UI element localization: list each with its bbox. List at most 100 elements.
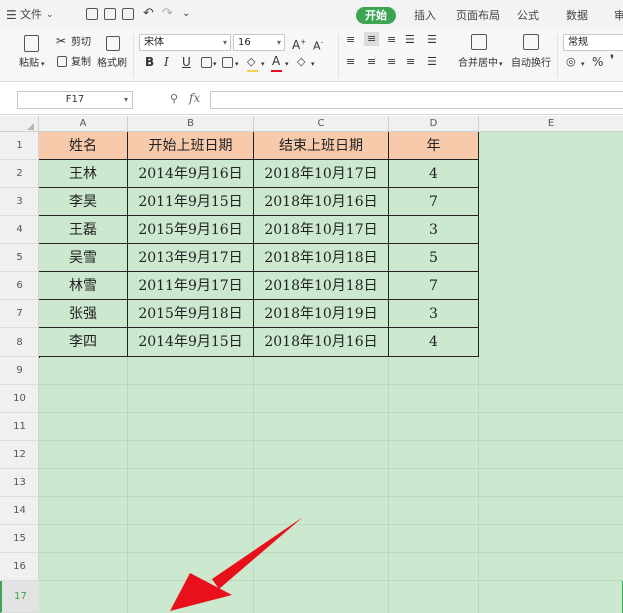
align-bottom-icon[interactable]: ≡ <box>387 33 396 47</box>
row-header-7[interactable]: 7 <box>0 300 39 328</box>
table-cell[interactable]: 7 <box>389 272 479 300</box>
merge-center-button[interactable]: 合并居中 <box>458 58 498 70</box>
tab-review[interactable]: 审 <box>614 9 623 23</box>
cut-button[interactable]: 剪切 <box>71 37 91 49</box>
paste-button[interactable]: 粘贴 <box>19 58 39 70</box>
header-cell-end-date[interactable]: 结束上班日期 <box>254 132 389 160</box>
insert-function-icon[interactable]: fx <box>189 92 200 104</box>
table-cell[interactable]: 4 <box>389 328 479 357</box>
underline-button[interactable]: U <box>182 55 191 69</box>
fill-pattern-dropdown-icon[interactable]: ▾ <box>235 58 239 70</box>
table-cell[interactable]: 2018年10月17日 <box>254 216 389 244</box>
table-cell[interactable]: 王林 <box>39 160 128 188</box>
customize-quick-access-icon[interactable]: ⌄ <box>182 7 190 21</box>
print-icon[interactable] <box>104 8 116 20</box>
distributed-align-icon[interactable]: ☰ <box>427 55 437 69</box>
justify-icon[interactable]: ≡ <box>406 55 415 69</box>
table-cell[interactable]: 2015年9月18日 <box>128 300 254 328</box>
italic-button[interactable]: I <box>164 55 169 69</box>
table-cell[interactable]: 王磊 <box>39 216 128 244</box>
table-cell[interactable]: 2018年10月19日 <box>254 300 389 328</box>
align-top-icon[interactable]: ≡ <box>346 33 355 47</box>
row-header-16[interactable]: 16 <box>0 553 39 581</box>
borders-icon[interactable] <box>201 57 212 68</box>
zoom-search-icon[interactable]: ⚲ <box>170 93 178 105</box>
comma-style-icon[interactable]: ❜ <box>610 54 614 68</box>
table-cell[interactable]: 2018年10月18日 <box>254 244 389 272</box>
tab-page-layout[interactable]: 页面布局 <box>456 9 500 23</box>
table-cell[interactable]: 2011年9月17日 <box>128 272 254 300</box>
decrease-indent-icon[interactable]: ☰ <box>405 33 415 47</box>
paste-icon[interactable] <box>24 35 39 52</box>
column-header-a[interactable]: A <box>39 116 128 132</box>
fill-color-icon[interactable]: ◇ <box>247 55 255 69</box>
wrap-text-icon[interactable] <box>523 34 539 50</box>
cut-icon[interactable]: ✂ <box>56 35 66 47</box>
column-header-d[interactable]: D <box>389 116 479 132</box>
font-size-select[interactable]: 16 ▾ <box>233 34 285 51</box>
table-cell[interactable]: 2011年9月15日 <box>128 188 254 216</box>
table-cell[interactable]: 林雪 <box>39 272 128 300</box>
header-cell-name[interactable]: 姓名 <box>39 132 128 160</box>
table-cell[interactable]: 2014年9月15日 <box>128 328 254 357</box>
table-cell[interactable]: 2014年9月16日 <box>128 160 254 188</box>
table-cell[interactable]: 2018年10月17日 <box>254 160 389 188</box>
sheet-grid[interactable]: 姓名 开始上班日期 结束上班日期 年 王林 2014年9月16日 2018年10… <box>39 132 623 613</box>
redo-icon[interactable]: ↷ <box>162 7 173 21</box>
currency-dropdown-icon[interactable]: ▾ <box>581 58 585 70</box>
row-header-6[interactable]: 6 <box>0 272 39 300</box>
row-header-14[interactable]: 14 <box>0 497 39 525</box>
font-color-icon[interactable]: A <box>272 54 280 68</box>
menu-icon[interactable]: ☰ <box>6 8 17 22</box>
formula-input[interactable] <box>210 91 623 109</box>
percent-button[interactable]: % <box>592 55 603 69</box>
tab-formulas[interactable]: 公式 <box>517 9 539 23</box>
name-box[interactable]: F17 ▾ <box>17 91 133 109</box>
column-header-b[interactable]: B <box>128 116 254 132</box>
clear-format-dropdown-icon[interactable]: ▾ <box>311 58 315 70</box>
copy-icon[interactable] <box>57 56 67 67</box>
align-left-icon[interactable]: ≡ <box>346 55 355 69</box>
table-cell[interactable]: 李昊 <box>39 188 128 216</box>
undo-icon[interactable]: ↶ <box>143 7 154 21</box>
copy-button[interactable]: 复制 <box>71 57 91 69</box>
bold-button[interactable]: B <box>145 55 154 69</box>
print-preview-icon[interactable] <box>122 8 134 20</box>
fill-pattern-icon[interactable] <box>222 57 233 68</box>
align-center-icon[interactable]: ≡ <box>367 55 376 69</box>
header-cell-start-date[interactable]: 开始上班日期 <box>128 132 254 160</box>
align-right-icon[interactable]: ≡ <box>387 55 396 69</box>
table-cell[interactable]: 3 <box>389 216 479 244</box>
table-cell[interactable]: 2018年10月16日 <box>254 328 389 357</box>
align-middle-icon[interactable]: ≡ <box>364 32 380 46</box>
increase-font-size-icon[interactable]: A+ <box>292 35 306 52</box>
number-format-select[interactable]: 常规 <box>563 34 623 51</box>
table-cell[interactable]: 3 <box>389 300 479 328</box>
header-cell-years[interactable]: 年 <box>389 132 479 160</box>
paste-dropdown-icon[interactable]: ▾ <box>41 58 45 70</box>
table-cell[interactable]: 4 <box>389 160 479 188</box>
table-cell[interactable]: 2015年9月16日 <box>128 216 254 244</box>
table-cell[interactable]: 2018年10月16日 <box>254 188 389 216</box>
wrap-text-button[interactable]: 自动换行 <box>511 58 551 70</box>
row-header-12[interactable]: 12 <box>0 441 39 469</box>
column-header-e[interactable]: E <box>479 116 623 132</box>
row-header-4[interactable]: 4 <box>0 216 39 244</box>
format-painter-icon[interactable] <box>106 36 120 51</box>
chevron-down-icon[interactable]: ⌄ <box>46 8 54 22</box>
row-header-9[interactable]: 9 <box>0 357 39 385</box>
increase-indent-icon[interactable]: ☰ <box>427 33 437 47</box>
table-cell[interactable]: 吴雪 <box>39 244 128 272</box>
row-header-13[interactable]: 13 <box>0 469 39 497</box>
clear-format-icon[interactable]: ◇ <box>297 55 305 69</box>
decrease-font-size-icon[interactable]: A- <box>313 36 323 54</box>
column-header-c[interactable]: C <box>254 116 389 132</box>
file-menu[interactable]: 文件 <box>20 8 42 22</box>
table-cell[interactable]: 5 <box>389 244 479 272</box>
merge-center-dropdown-icon[interactable]: ▾ <box>499 58 503 70</box>
font-color-dropdown-icon[interactable]: ▾ <box>285 58 289 70</box>
tab-insert[interactable]: 插入 <box>414 9 436 23</box>
fill-color-dropdown-icon[interactable]: ▾ <box>261 58 265 70</box>
row-header-1[interactable]: 1 <box>0 132 39 160</box>
row-header-10[interactable]: 10 <box>0 385 39 413</box>
